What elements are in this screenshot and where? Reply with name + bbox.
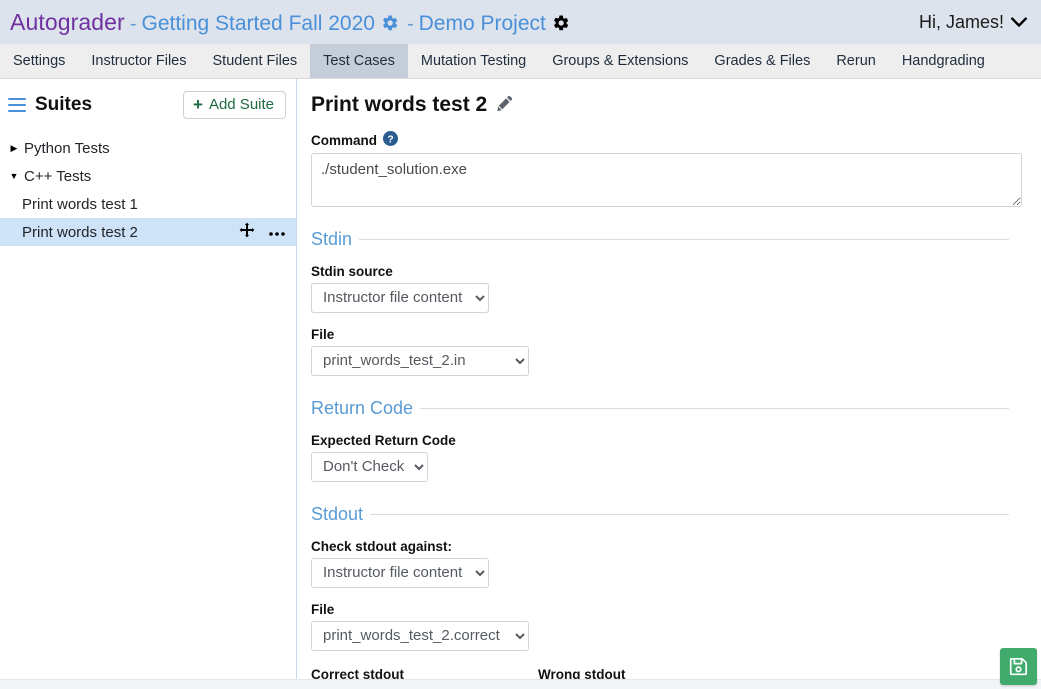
project-link[interactable]: Demo Project xyxy=(419,12,546,36)
expected-return-code-select[interactable]: Don't CheckZeroNonzero xyxy=(311,452,428,482)
section-header-stdout: Stdout xyxy=(311,504,1025,525)
plus-icon: + xyxy=(193,95,203,114)
section-divider xyxy=(359,239,1009,240)
tab-mutation-testing[interactable]: Mutation Testing xyxy=(408,44,539,78)
course-link[interactable]: Getting Started Fall 2020 xyxy=(141,12,374,36)
test-case-label: Print words test 2 xyxy=(22,223,138,241)
tab-label: Handgrading xyxy=(901,53,985,69)
tab-label: Student Files xyxy=(212,53,298,69)
suites-title: Suites xyxy=(35,94,93,115)
section-title: Return Code xyxy=(311,398,414,418)
tab-label: Groups & Extensions xyxy=(552,53,689,69)
chevron-right-icon[interactable]: ▶ xyxy=(6,143,22,154)
case-title-row: Print words test 2 xyxy=(311,93,1025,117)
command-label-row: Command ? xyxy=(311,131,1025,149)
section-title: Stdin xyxy=(311,229,353,249)
suite-row-python-tests[interactable]: ▶ Python Tests xyxy=(0,134,296,162)
tab-label: Test Cases xyxy=(323,53,395,69)
add-suite-label: Add Suite xyxy=(208,96,274,113)
tab-test-cases[interactable]: Test Cases xyxy=(310,44,408,78)
tab-settings[interactable]: Settings xyxy=(0,44,78,78)
project-gear-icon[interactable] xyxy=(552,14,570,32)
page-title: Print words test 2 xyxy=(311,93,488,116)
section-divider xyxy=(370,514,1009,515)
stdin-source-label: Stdin source xyxy=(311,264,393,279)
user-menu[interactable]: Hi, James! xyxy=(919,12,1027,33)
add-suite-button[interactable]: + Add Suite xyxy=(183,91,286,119)
page-body: Suites + Add Suite ▶ Python Tests ▼ C++ … xyxy=(0,79,1041,689)
test-case-row-actions xyxy=(239,222,296,242)
tab-grades-files[interactable]: Grades & Files xyxy=(701,44,823,78)
suite-label: Python Tests xyxy=(24,139,110,157)
tab-groups-extensions[interactable]: Groups & Extensions xyxy=(539,44,701,78)
section-title: Stdout xyxy=(311,504,364,524)
suites-tree: ▶ Python Tests ▼ C++ Tests Print words t… xyxy=(0,134,296,246)
suite-label: C++ Tests xyxy=(24,167,92,185)
pencil-icon[interactable] xyxy=(496,95,513,115)
command-label: Command xyxy=(311,132,378,148)
tab-label: Mutation Testing xyxy=(420,53,527,69)
test-case-label: Print words test 1 xyxy=(22,195,138,213)
breadcrumb-separator-2: - xyxy=(406,12,414,35)
command-input[interactable]: ./student_solution.exe xyxy=(311,153,1022,207)
stdin-file-select[interactable]: print_words_test_1.inprint_words_test_2.… xyxy=(311,346,529,376)
expected-return-code-label: Expected Return Code xyxy=(311,433,456,448)
move-handle-icon[interactable] xyxy=(239,222,255,242)
suite-row-cpp-tests[interactable]: ▼ C++ Tests xyxy=(0,162,296,190)
section-header-return-code: Return Code xyxy=(311,398,1025,419)
svg-text:?: ? xyxy=(387,134,393,145)
stdin-source-select[interactable]: NoneTextInstructor file contentSetup com… xyxy=(311,283,489,313)
tab-label: Settings xyxy=(13,53,66,69)
tab-student-files[interactable]: Student Files xyxy=(200,44,311,78)
check-stdout-against-select[interactable]: Don't checkTextInstructor file content xyxy=(311,558,489,588)
test-case-row-selected[interactable]: Print words test 2 xyxy=(0,218,296,246)
user-greeting: Hi, James! xyxy=(918,11,1004,32)
suites-sidebar: Suites + Add Suite ▶ Python Tests ▼ C++ … xyxy=(0,79,297,689)
brand-link[interactable]: Autograder xyxy=(10,9,125,36)
help-circle-icon[interactable]: ? xyxy=(383,131,399,149)
save-floppy-icon xyxy=(1009,657,1028,676)
suites-header: Suites + Add Suite xyxy=(0,89,296,121)
test-case-row[interactable]: Print words test 1 xyxy=(0,190,296,218)
breadcrumb: Autograder - Getting Started Fall 2020 -… xyxy=(10,9,573,36)
breadcrumb-separator-1: - xyxy=(129,12,137,35)
page-footer xyxy=(0,679,1041,689)
tab-label: Instructor Files xyxy=(91,53,187,69)
chevron-down-icon[interactable]: ▼ xyxy=(6,171,22,181)
section-divider xyxy=(420,408,1009,409)
test-case-detail-panel: Print words test 2 Command ? ./student_s… xyxy=(297,79,1041,689)
tab-handgrading[interactable]: Handgrading xyxy=(889,44,998,78)
check-stdout-against-label: Check stdout against: xyxy=(311,539,453,554)
hamburger-icon[interactable] xyxy=(8,97,26,113)
more-options-icon[interactable] xyxy=(268,224,286,241)
tab-instructor-files[interactable]: Instructor Files xyxy=(78,44,199,78)
stdout-file-label: File xyxy=(311,602,335,617)
save-button[interactable] xyxy=(1000,648,1037,685)
app-header: Autograder - Getting Started Fall 2020 -… xyxy=(0,0,1041,44)
tab-label: Grades & Files xyxy=(714,53,811,69)
tab-rerun[interactable]: Rerun xyxy=(823,44,889,78)
stdout-file-select[interactable]: print_words_test_1.correctprint_words_te… xyxy=(311,621,529,651)
tab-label: Rerun xyxy=(836,53,876,69)
stdin-file-label: File xyxy=(311,327,335,342)
course-gear-icon[interactable] xyxy=(381,14,399,32)
section-header-stdin: Stdin xyxy=(311,229,1025,250)
project-nav-tabs: Settings Instructor Files Student Files … xyxy=(0,44,1041,79)
chevron-down-icon xyxy=(1011,12,1027,33)
